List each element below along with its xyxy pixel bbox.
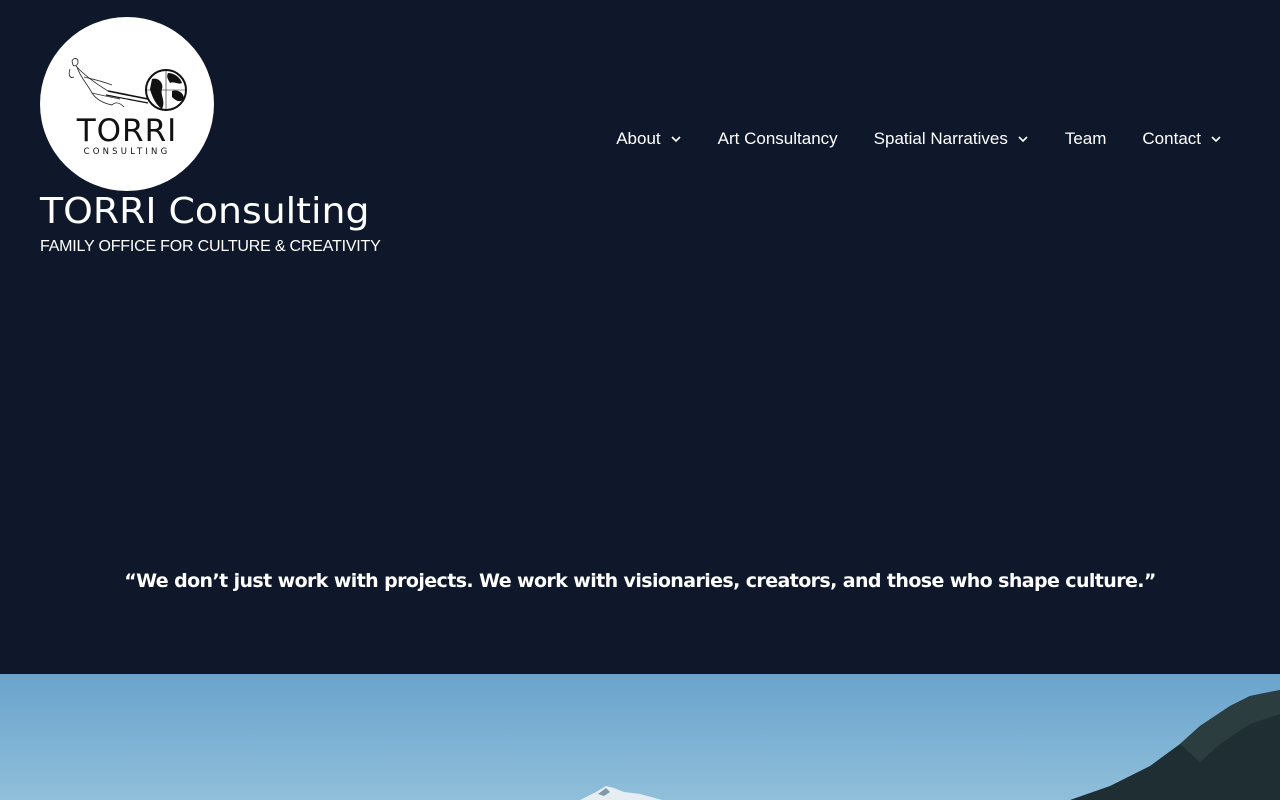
chevron-down-icon xyxy=(1018,136,1028,143)
nav-item-label: Spatial Narratives xyxy=(873,129,1008,148)
nav-item-contact[interactable]: Contact xyxy=(1142,129,1222,149)
chevron-down-icon xyxy=(1211,136,1221,143)
nav-item-team[interactable]: Team xyxy=(1065,129,1107,149)
figure-pulling-globe-icon xyxy=(68,58,187,111)
site-header: TORRI CONSULTING TORRI Consulting FAMILY… xyxy=(0,0,1280,300)
nav-item-label: Art Consultancy xyxy=(717,129,838,148)
nav-item-art-consultancy[interactable]: Art Consultancy xyxy=(718,129,838,149)
nav-item-about[interactable]: About xyxy=(616,129,681,149)
logo-wordmark: TORRI xyxy=(76,113,178,149)
main-navigation: About Art Consultancy Spatial Narratives… xyxy=(616,126,1222,152)
nav-item-spatial-narratives[interactable]: Spatial Narratives xyxy=(874,129,1029,149)
chevron-down-icon xyxy=(671,136,681,143)
hero-quote: “We don’t just work with projects. We wo… xyxy=(124,570,1156,592)
nav-item-label: Contact xyxy=(1142,129,1201,148)
nav-item-label: Team xyxy=(1064,129,1107,148)
site-tagline: FAMILY OFFICE FOR CULTURE & CREATIVITY xyxy=(40,238,381,255)
site-title[interactable]: TORRI Consulting xyxy=(40,190,369,234)
mountain-landscape-image xyxy=(0,674,1280,800)
nav-item-label: About xyxy=(616,129,661,148)
site-logo[interactable]: TORRI CONSULTING xyxy=(40,17,214,191)
logo-sub-wordmark: CONSULTING xyxy=(83,147,171,157)
